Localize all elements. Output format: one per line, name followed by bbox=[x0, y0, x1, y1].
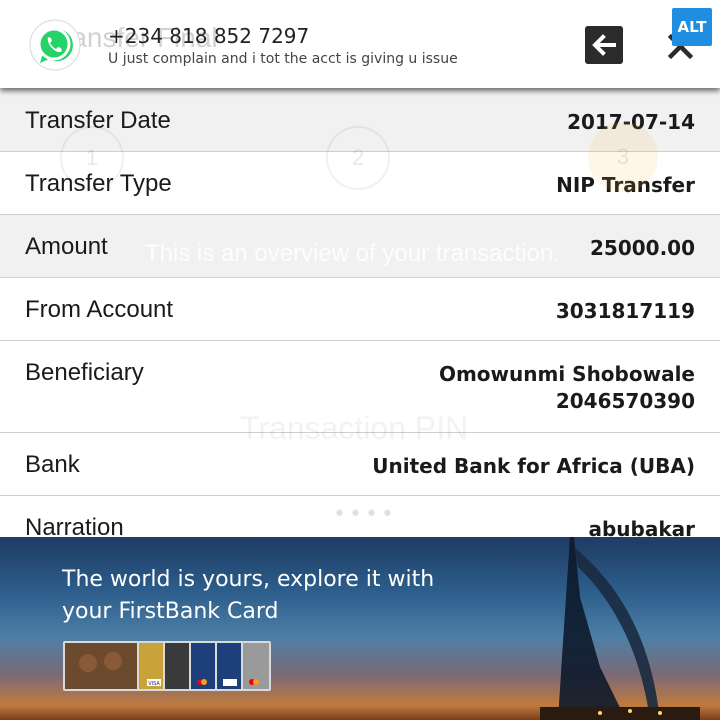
detail-value: Omowunmi Shobowale 2046570390 bbox=[439, 361, 695, 415]
beneficiary-account: 2046570390 bbox=[555, 389, 695, 413]
transaction-details: Transfer Date 2017-07-14 Transfer Type N… bbox=[0, 89, 720, 559]
detail-row-transfer-date: Transfer Date 2017-07-14 bbox=[0, 89, 720, 152]
detail-label: Transfer Date bbox=[25, 107, 171, 134]
alt-badge[interactable]: ALT bbox=[672, 8, 712, 46]
skyline-illustration bbox=[540, 537, 700, 720]
bank-cards-image: VISA bbox=[63, 641, 271, 691]
detail-label: Transfer Type bbox=[25, 170, 172, 197]
detail-value: 25000.00 bbox=[589, 236, 695, 260]
detail-label: Beneficiary bbox=[25, 359, 144, 386]
whatsapp-icon bbox=[29, 19, 81, 71]
detail-row-bank: Bank United Bank for Africa (UBA) bbox=[0, 433, 720, 496]
ad-headline-1: The world is yours, explore it with bbox=[62, 567, 435, 592]
detail-row-transfer-type: Transfer Type NIP Transfer bbox=[0, 152, 720, 215]
detail-row-from-account: From Account 3031817119 bbox=[0, 278, 720, 341]
visa-mark: VISA bbox=[148, 681, 160, 687]
detail-label: Bank bbox=[25, 451, 80, 478]
whatsapp-notification[interactable]: ransfer Final +234 818 852 7297 U just c… bbox=[0, 0, 720, 88]
detail-row-beneficiary: Beneficiary Omowunmi Shobowale 204657039… bbox=[0, 341, 720, 433]
notification-message: U just complain and i tot the acct is gi… bbox=[108, 51, 458, 67]
detail-row-amount: Amount 25000.00 bbox=[0, 215, 720, 278]
beneficiary-name: Omowunmi Shobowale bbox=[438, 362, 695, 386]
detail-label: From Account bbox=[25, 296, 174, 323]
arrow-left-icon[interactable] bbox=[585, 26, 623, 64]
detail-value: 3031817119 bbox=[555, 299, 695, 323]
notification-sender: +234 818 852 7297 bbox=[108, 24, 310, 48]
detail-value: United Bank for Africa (UBA) bbox=[372, 454, 695, 478]
detail-value: 2017-07-14 bbox=[567, 110, 695, 134]
firstbank-ad-banner[interactable]: The world is yours, explore it with your… bbox=[0, 537, 720, 720]
ad-headline-2: your FirstBank Card bbox=[62, 599, 279, 624]
detail-label: Amount bbox=[25, 233, 108, 260]
detail-value: NIP Transfer bbox=[556, 173, 695, 197]
